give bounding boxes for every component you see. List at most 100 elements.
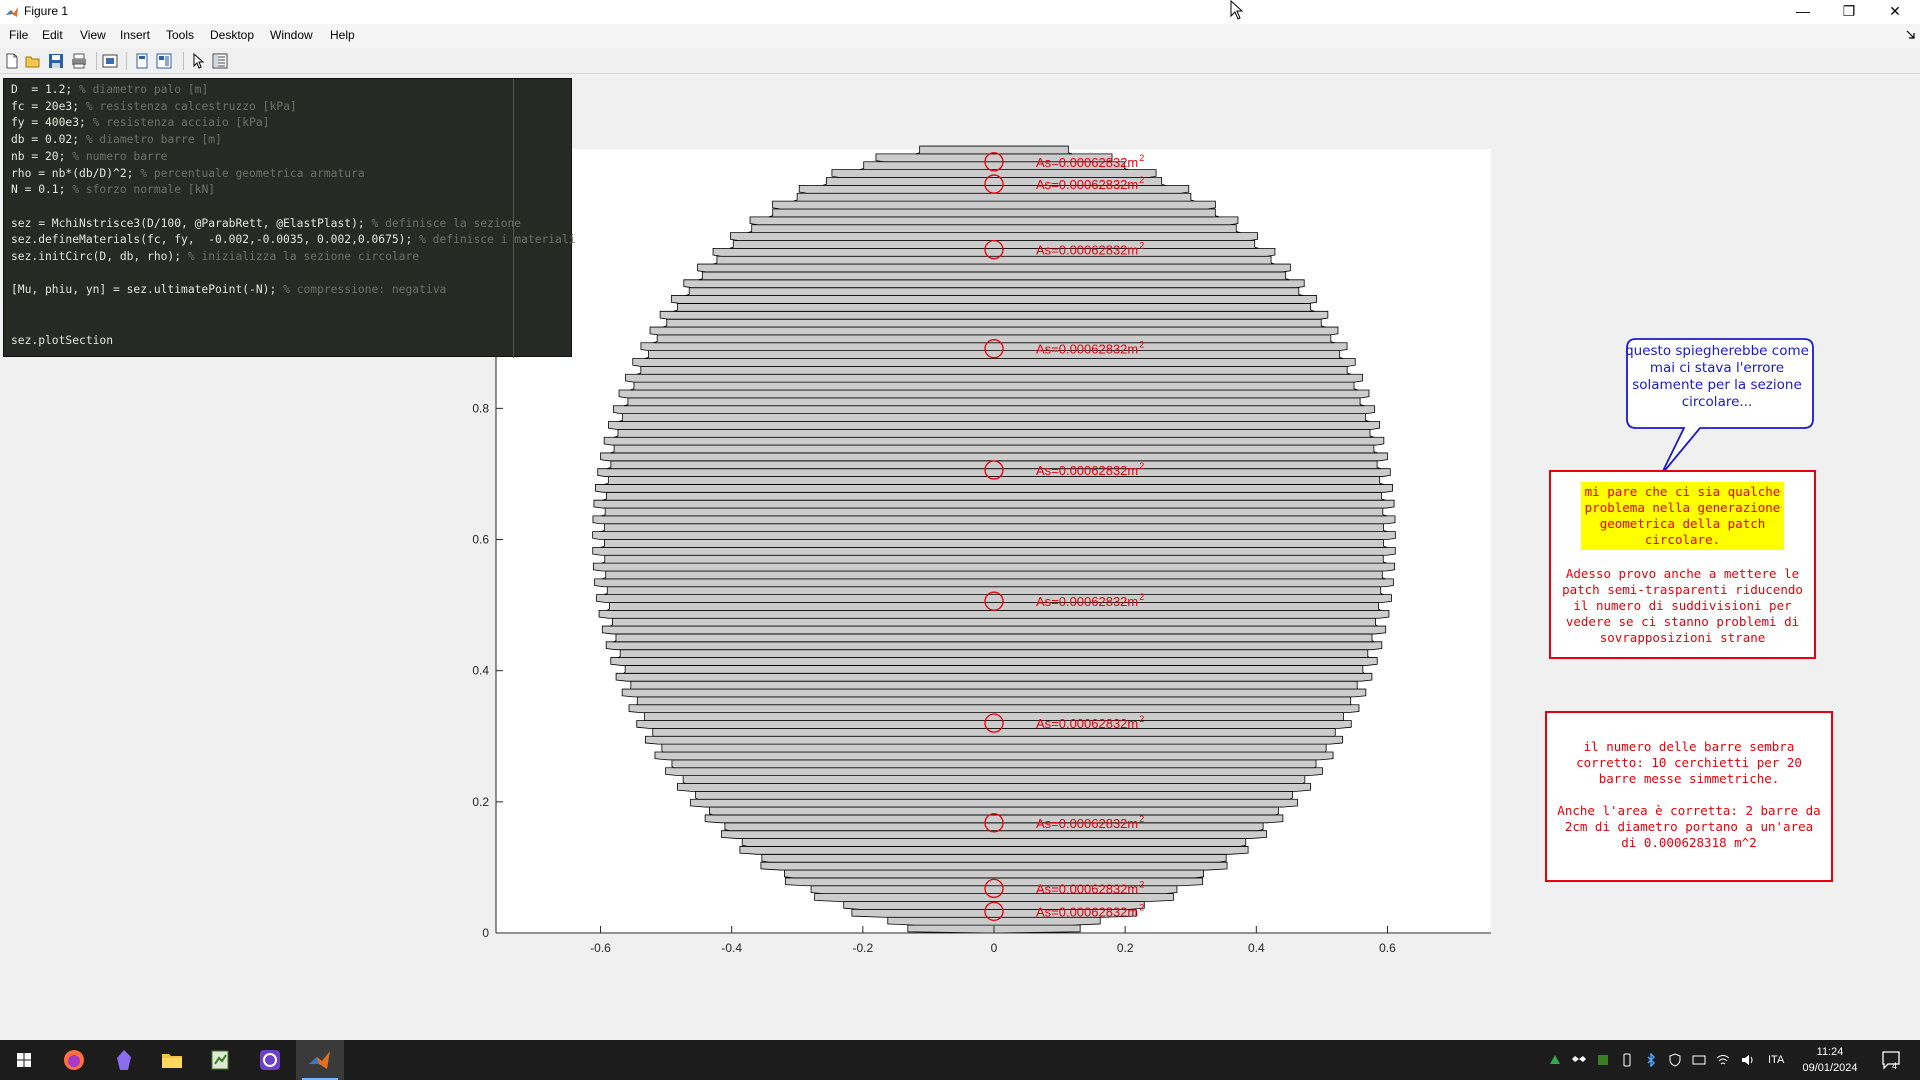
dropbox-icon[interactable] xyxy=(1572,1053,1586,1067)
rebar-label-exponent: 2 xyxy=(1139,714,1144,724)
note-highlight: mi pare che ci sia qualche problema nell… xyxy=(1580,482,1785,550)
bluetooth-icon[interactable] xyxy=(1644,1053,1658,1067)
section-strip xyxy=(606,460,1382,470)
minimize-button[interactable]: — xyxy=(1780,0,1826,24)
section-strip xyxy=(610,444,1378,454)
code-line: nb = 20; % numero barre xyxy=(11,150,167,164)
print-icon[interactable] xyxy=(70,52,88,70)
y-tick-label: 0.8 xyxy=(472,401,489,415)
y-tick-label: 0.2 xyxy=(472,795,489,809)
menu-help[interactable]: Help xyxy=(330,28,355,42)
property-inspector-icon[interactable] xyxy=(211,52,229,70)
section-strip xyxy=(607,421,1381,430)
note-line: patch semi-trasparenti riducendo xyxy=(1562,582,1803,597)
close-button[interactable]: ✕ xyxy=(1872,0,1918,24)
section-strip xyxy=(685,287,1303,296)
code-line: sez.defineMaterials(fc, fy, -0.002,-0.00… xyxy=(11,233,576,247)
menu-desktop[interactable]: Desktop xyxy=(210,28,254,42)
menu-edit[interactable]: Edit xyxy=(42,28,63,42)
menu-view[interactable]: View xyxy=(80,28,106,42)
menu-window[interactable]: Window xyxy=(270,28,313,42)
display-icon[interactable] xyxy=(1692,1053,1706,1067)
code-text: fy = 400e3; xyxy=(11,116,93,130)
note-line: barre messe simmetriche. xyxy=(1598,771,1780,786)
clock[interactable]: 11:24 09/01/2024 xyxy=(1800,1044,1860,1076)
code-comment: % diametro barre [m] xyxy=(85,133,222,147)
rebar-label: As=0.00062832m xyxy=(1036,816,1138,831)
toolbar-separator xyxy=(183,52,184,70)
bubble-text: questo spiegherebbe come mai ci stava l'… xyxy=(1625,343,1809,410)
new-figure-icon[interactable] xyxy=(3,52,21,70)
rebar-label-exponent: 2 xyxy=(1139,175,1144,185)
open-file-icon[interactable] xyxy=(24,52,42,70)
section-strip xyxy=(690,798,1298,808)
code-overlay: D = 1.2; % diametro palo [m] fc = 20e3; %… xyxy=(3,78,576,358)
section-strip xyxy=(592,531,1396,540)
save-icon[interactable] xyxy=(47,52,65,70)
note-line: Anche l'area è corretta: 2 barre da xyxy=(1557,803,1821,818)
matlab-taskbar-icon[interactable] xyxy=(306,1046,334,1074)
rebar-label: As=0.00062832m xyxy=(1036,177,1138,192)
restore-button[interactable]: ❐ xyxy=(1826,0,1872,24)
show-plot-tools-icon[interactable] xyxy=(155,52,173,70)
section-strip xyxy=(632,358,1356,367)
obsidian-icon[interactable] xyxy=(110,1046,138,1074)
section-strip xyxy=(592,562,1396,572)
section-strip xyxy=(618,413,1370,422)
spreadsheet-app-icon[interactable] xyxy=(206,1046,234,1074)
usb-device-icon[interactable] xyxy=(1620,1053,1634,1067)
section-strip xyxy=(629,381,1359,391)
dock-arrow-icon[interactable] xyxy=(1906,30,1916,40)
menu-tools[interactable]: Tools xyxy=(166,28,194,42)
firefox-icon[interactable] xyxy=(60,1046,88,1074)
code-line: sez = MchiNstrisce3(D/100, @ParabRett, @… xyxy=(11,217,521,231)
link-plot-icon[interactable] xyxy=(101,52,119,70)
security-icon[interactable] xyxy=(1668,1053,1682,1067)
note-line: circolare. xyxy=(1644,532,1721,547)
github-desktop-icon[interactable] xyxy=(256,1046,284,1074)
section-strip xyxy=(606,602,1382,611)
section-strip xyxy=(673,303,1315,312)
section-strip xyxy=(602,570,1386,580)
section-strip xyxy=(640,342,1348,352)
rebar-label: As=0.00062832m xyxy=(1036,594,1138,609)
section-strip xyxy=(760,861,1228,871)
code-comment: % sforzo normale [kN] xyxy=(72,183,216,197)
menu-file[interactable]: File xyxy=(9,28,28,42)
rebar-label-exponent: 2 xyxy=(1139,340,1144,350)
drive-sync-icon[interactable] xyxy=(1548,1053,1562,1067)
code-line: fc = 20e3; % resistenza calcestruzzo [kP… xyxy=(11,100,297,114)
volume-icon[interactable] xyxy=(1740,1053,1754,1067)
windows-start-icon[interactable] xyxy=(10,1046,38,1074)
file-explorer-icon[interactable] xyxy=(158,1046,186,1074)
section-strip xyxy=(595,484,1393,493)
section-strip xyxy=(600,539,1388,548)
x-tick-label: 0.2 xyxy=(1117,941,1134,955)
note-line: problema nella generazione xyxy=(1584,500,1781,515)
section-strip xyxy=(761,853,1227,863)
input-language[interactable]: ITA xyxy=(1768,1054,1784,1066)
section-strip xyxy=(596,594,1392,603)
clock-date: 09/01/2024 xyxy=(1802,1062,1858,1074)
edit-plot-icon[interactable] xyxy=(189,52,207,70)
section-strip xyxy=(600,452,1388,462)
tray-app-icon[interactable] xyxy=(1596,1053,1610,1067)
window-title: Figure 1 xyxy=(24,4,69,18)
code-line: [Mu, phiu, yn] = sez.ultimatePoint(-N); … xyxy=(11,283,446,297)
menu-insert[interactable]: Insert xyxy=(120,28,150,42)
section-strip xyxy=(793,192,1195,202)
note-line: geometrica della patch xyxy=(1599,516,1766,531)
rebar-label-exponent: 2 xyxy=(1139,592,1144,602)
note-bar-count: il numero delle barre sembra corretto: 1… xyxy=(1545,711,1833,882)
section-strip xyxy=(683,279,1305,289)
section-strip xyxy=(618,389,1370,399)
note-line xyxy=(1547,787,1831,803)
section-strip xyxy=(644,735,1344,745)
wifi-icon[interactable] xyxy=(1716,1053,1730,1067)
hide-plot-tools-icon[interactable] xyxy=(133,52,151,70)
section-strip xyxy=(601,507,1387,517)
x-tick-label: -0.4 xyxy=(721,941,742,955)
notification-center-icon[interactable] xyxy=(1880,1049,1902,1071)
section-strip xyxy=(739,846,1249,855)
clock-time: 11:24 xyxy=(1816,1046,1844,1058)
